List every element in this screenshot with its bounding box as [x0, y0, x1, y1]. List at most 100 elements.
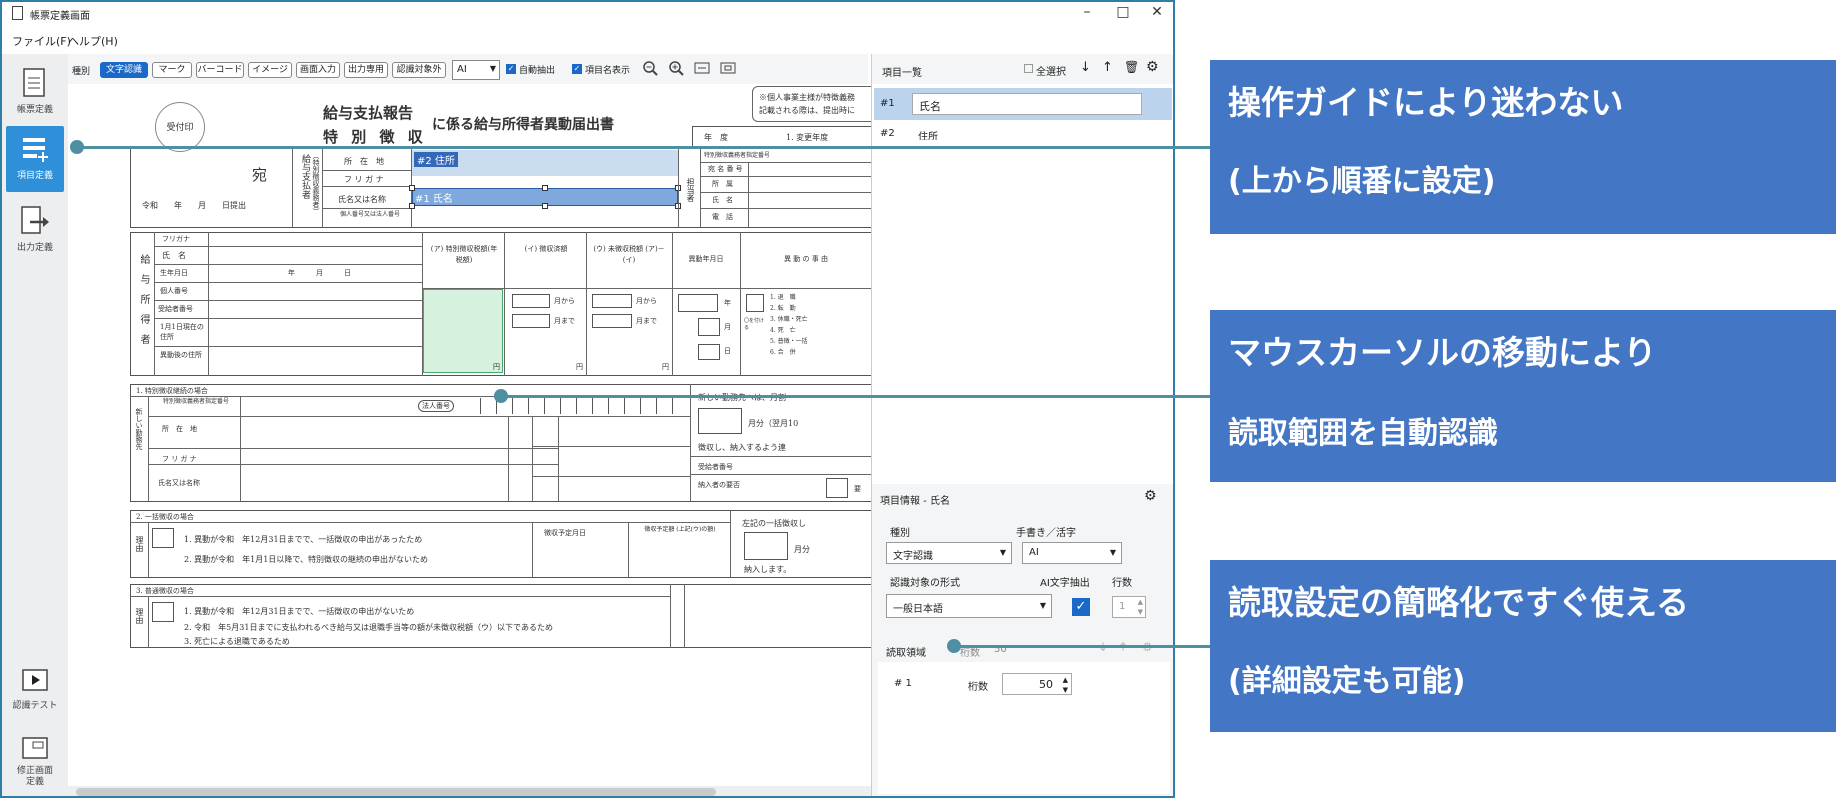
list-item[interactable]: #2 住所 [874, 124, 1172, 140]
callout-guide: 操作ガイドにより迷わない (上から順番に設定) [1210, 60, 1836, 234]
gear-icon[interactable]: ⚙ [1144, 488, 1157, 504]
menu-file[interactable]: ファイル(F) [12, 33, 71, 49]
divider [154, 318, 422, 319]
section-3-mark-box[interactable] [152, 602, 174, 622]
form-canvas[interactable]: 受付印 給与支払報告 特 別 徴 収 に係る給与所得者異動届出書 ※個人事業主様… [68, 84, 871, 786]
type-image-button[interactable]: イメージ [248, 62, 292, 78]
list-item-selected[interactable]: #1 氏名 [874, 88, 1172, 120]
resize-handle[interactable] [409, 203, 415, 209]
hand-select[interactable]: AI ▼ [1022, 542, 1122, 564]
trash-icon[interactable]: 🗑 [1124, 60, 1139, 74]
nav-label: 認識テスト [12, 701, 58, 711]
ai-extract-checkbox[interactable]: ✓ [1072, 598, 1090, 616]
divider [672, 232, 673, 376]
notice-box: ※個人事業主様が特徴義務 記載される際は、提出時に [752, 86, 871, 122]
lines-value: 1 [1119, 601, 1126, 612]
chevron-down-icon: ▼ [999, 548, 1006, 557]
divider [532, 476, 690, 477]
type-ocr-button[interactable]: 文字認識 [100, 62, 148, 78]
year-box[interactable] [678, 294, 718, 312]
ai-select[interactable]: AI ▼ [452, 60, 500, 80]
divider [148, 396, 149, 502]
gear-icon[interactable]: ⚙ [1146, 59, 1159, 75]
to-month-box[interactable] [512, 314, 550, 328]
divider [154, 246, 422, 247]
address-field-region[interactable]: #2 住所 [412, 150, 678, 176]
minimize-button[interactable]: – [1072, 4, 1102, 20]
month-box[interactable] [698, 318, 720, 336]
stepper-arrows-icon[interactable]: ▲ ▼ [1063, 675, 1068, 695]
reason-list: 1. 退 職 2. 転 勤 3. 休職・死亡 4. 死 亡 5. 普徴・一括 6… [770, 292, 808, 358]
divider [532, 446, 690, 447]
reason-6: 6. 合 併 [770, 349, 796, 356]
day-box[interactable] [698, 344, 720, 360]
auto-extract-checkbox[interactable]: ✓ [506, 64, 516, 74]
divider [700, 148, 701, 228]
resize-handle[interactable] [542, 203, 548, 209]
horizontal-scrollbar[interactable] [68, 786, 871, 796]
arrow-down-icon[interactable]: ↓ [1080, 60, 1091, 75]
month-box[interactable] [744, 532, 788, 560]
resize-handle[interactable] [409, 185, 415, 191]
callout-auto-detect-title: マウスカーソルの移動により [1228, 333, 1657, 372]
due-checkbox[interactable] [826, 478, 848, 498]
fit-width-icon[interactable] [694, 60, 710, 76]
zoom-in-icon[interactable] [668, 60, 684, 76]
type-excluded-button[interactable]: 認識対象外 [392, 62, 446, 78]
arrow-up-icon[interactable]: ↑ [1102, 60, 1113, 75]
fit-page-icon[interactable] [720, 60, 736, 76]
name-field-region[interactable]: #1 氏名 [409, 185, 681, 209]
callout-auto-detect: マウスカーソルの移動により 読取範囲を自動認識 [1210, 310, 1836, 482]
nav-output-definition[interactable]: 出力定義 [6, 200, 64, 262]
corp-number-boxes[interactable] [480, 398, 688, 414]
payer-row-number: 個人番号又は法人番号 [339, 211, 400, 218]
nav-correction-screen[interactable]: 修正画面定義 [6, 732, 64, 796]
list-item-name-field[interactable]: 氏名 [912, 93, 1142, 115]
from-month-box[interactable] [512, 294, 550, 308]
type-output-only-button[interactable]: 出力専用 [344, 62, 388, 78]
section-1-pay: 徴収し、納入するよう連 [698, 443, 786, 452]
divider [730, 510, 731, 578]
nav-form-definition[interactable]: 帳票定義 [6, 62, 64, 124]
show-names-checkbox[interactable]: ✓ [572, 64, 582, 74]
app-window: 帳票定義画面 – □ ✕ ファイル(F) ヘルプ(H) 帳票定義 項目定義 出力… [0, 0, 1175, 798]
resize-handle[interactable] [542, 185, 548, 191]
from-month-box[interactable] [592, 294, 632, 308]
divider [748, 162, 749, 228]
menu-help[interactable]: ヘルプ(H) [68, 33, 118, 49]
type-barcode-button[interactable]: バーコード [196, 62, 244, 78]
zoom-out-icon[interactable] [642, 60, 658, 76]
type-mark-button[interactable]: マーク [152, 62, 192, 78]
section-2-mark-box[interactable] [152, 528, 174, 548]
stepper-arrows-icon[interactable]: ▲ ▼ [1138, 597, 1143, 617]
section-2-reason-1: 1. 異動が令和 年12月31日までで、一括徴収の申出があったため [184, 535, 423, 544]
section-2-amount: 徴収予定額 (上記(ウ)の額) [644, 526, 716, 533]
callout-guide-title: 操作ガイドにより迷わない [1228, 83, 1624, 122]
type-screen-input-button[interactable]: 画面入力 [296, 62, 340, 78]
nav-item-definition[interactable]: 項目定義 [6, 126, 64, 192]
type-select[interactable]: 文字認識 ▼ [886, 542, 1012, 564]
section-2-reason: 理由 [135, 536, 144, 552]
section-2-reason-2: 2. 異動が令和 年1月1日以降で、特別徴収の継続の申出がないため [184, 555, 429, 564]
to-label: 月まで [554, 317, 575, 325]
reason-mark-box[interactable] [746, 294, 764, 312]
select-all-checkbox[interactable] [1024, 64, 1033, 73]
scrollbar-thumb[interactable] [76, 788, 716, 796]
to-month-box[interactable] [592, 314, 632, 328]
tax-amount-field-hover[interactable] [423, 289, 503, 373]
lines-stepper[interactable]: 1 ▲ ▼ [1112, 596, 1146, 618]
divider [532, 522, 533, 578]
divider [690, 456, 871, 457]
maximize-button[interactable]: □ [1108, 4, 1138, 20]
reason-2: 2. 転 勤 [770, 305, 796, 312]
format-select[interactable]: 一般日本語 ▼ [886, 594, 1052, 618]
nav-label: 帳票定義 [16, 105, 53, 115]
contact-side-label: 担当者 [686, 178, 695, 202]
close-button[interactable]: ✕ [1142, 4, 1172, 20]
divider [240, 396, 241, 502]
nav-recognition-test[interactable]: 認識テスト [6, 664, 64, 724]
month-box[interactable] [698, 408, 742, 434]
notice-line-2: 記載される際は、提出時に [759, 106, 855, 115]
area-digits-stepper[interactable]: 50 ▲ ▼ [1002, 673, 1072, 695]
section-2-note: 左記の一括徴収し [742, 519, 806, 528]
